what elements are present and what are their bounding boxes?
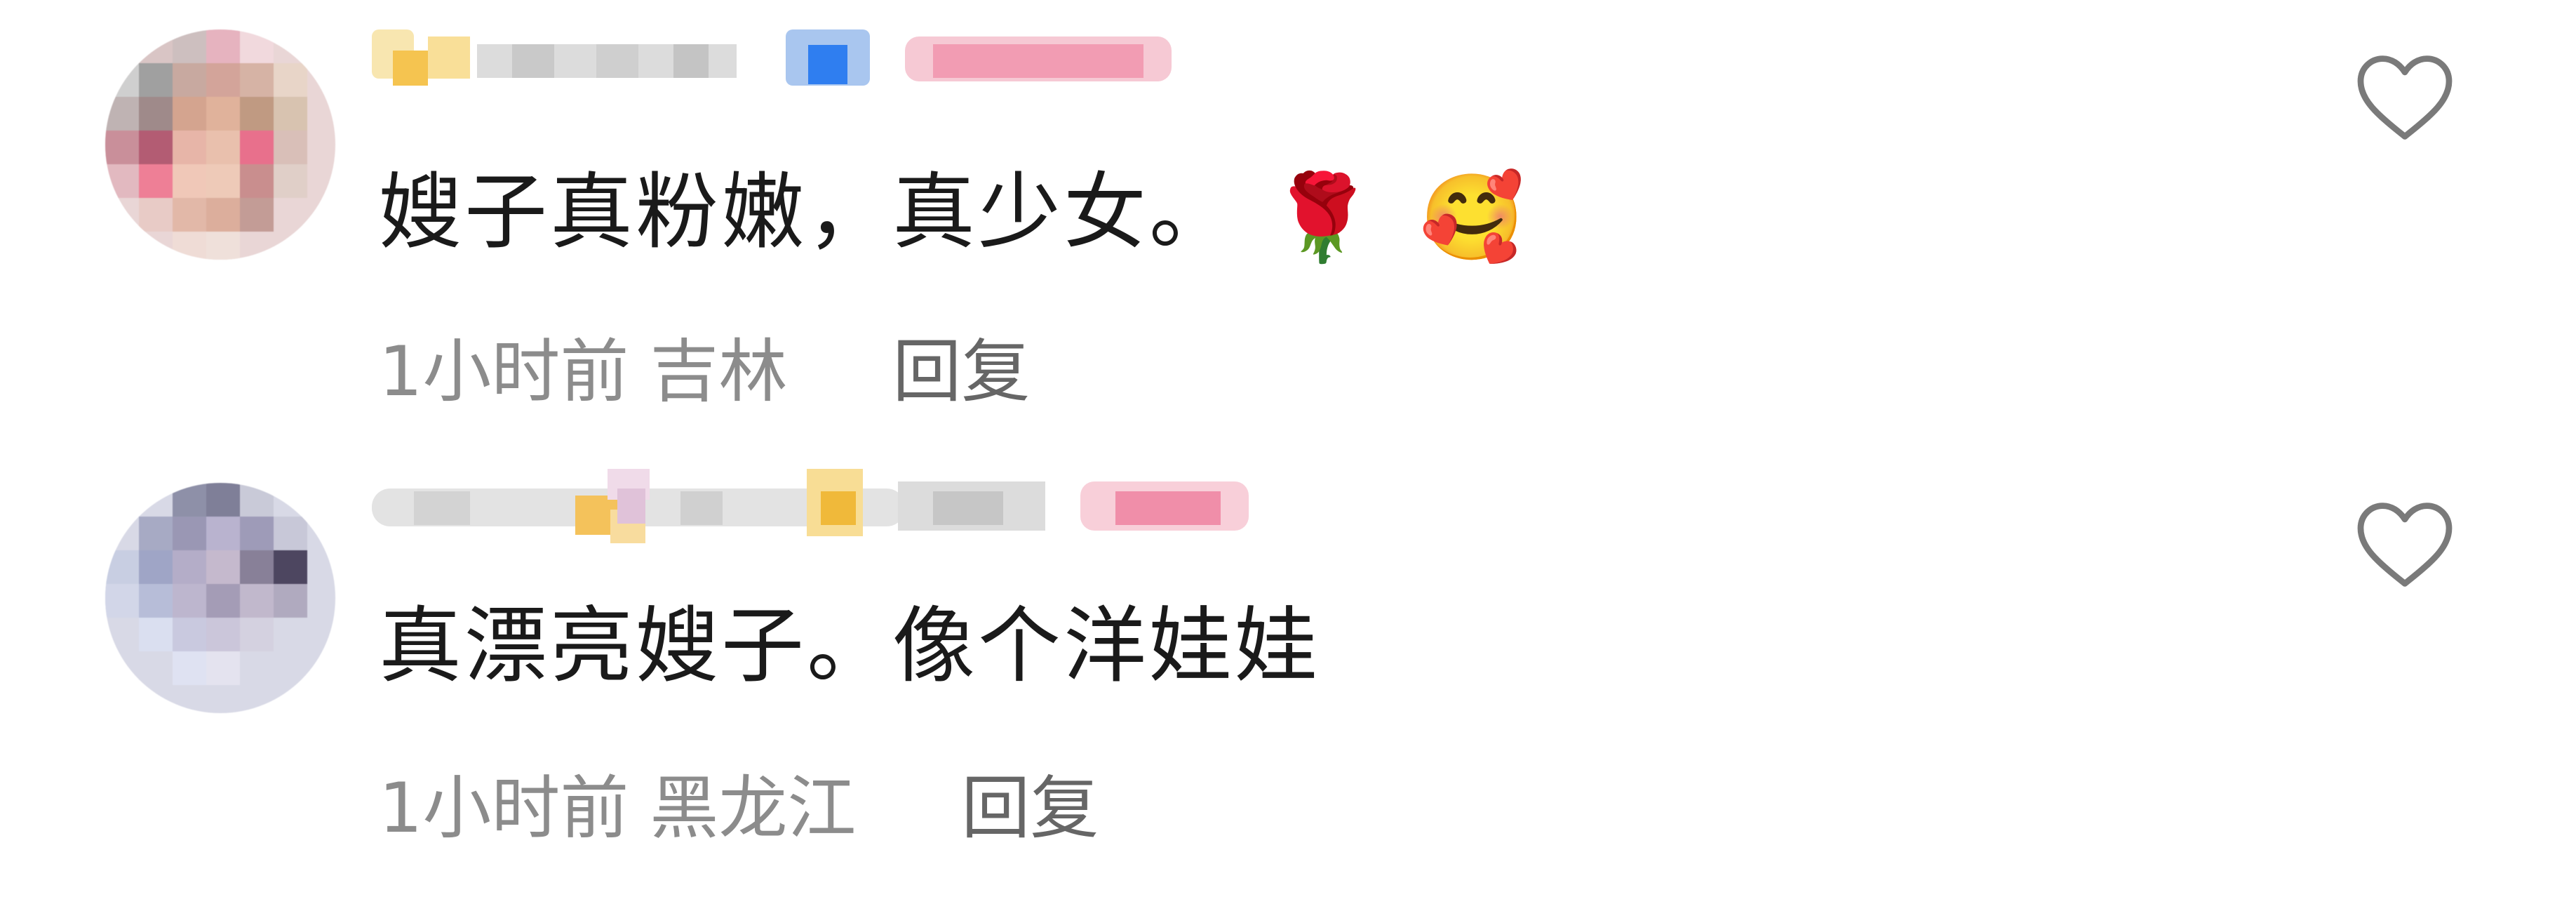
like-button[interactable] bbox=[2356, 51, 2454, 144]
comment-text-content: 嫂子真粉嫩，真少女。 bbox=[379, 164, 1235, 260]
comment-time: 1小时前 bbox=[379, 332, 629, 412]
rose-emoji: 🌹 bbox=[1270, 168, 1378, 267]
comment-meta: 1小时前 吉林 回复 bbox=[379, 330, 1030, 414]
heart-outline-icon bbox=[2357, 503, 2453, 587]
smiling-hearts-emoji: 🥰 bbox=[1419, 168, 1527, 267]
reply-button[interactable]: 回复 bbox=[961, 769, 1099, 849]
heart-outline-icon bbox=[2357, 55, 2453, 140]
username-blurred[interactable] bbox=[372, 15, 1214, 107]
comment-text: 真漂亮嫂子。像个洋娃娃 bbox=[379, 597, 1321, 694]
comment-location: 黑龙江 bbox=[650, 769, 857, 849]
avatar[interactable] bbox=[105, 483, 335, 713]
comment-item: 真漂亮嫂子。像个洋娃娃 1小时前 黑龙江 回复 bbox=[0, 449, 2576, 897]
username-blurred[interactable] bbox=[372, 460, 1249, 552]
comment-item: 嫂子真粉嫩，真少女。 🌹 🥰 1小时前 吉林 回复 bbox=[0, 0, 2576, 449]
comment-location: 吉林 bbox=[650, 332, 788, 412]
comment-text: 嫂子真粉嫩，真少女。 🌹 🥰 bbox=[379, 163, 1527, 267]
comment-meta: 1小时前 黑龙江 回复 bbox=[379, 766, 1099, 851]
reply-button[interactable]: 回复 bbox=[892, 332, 1030, 412]
avatar[interactable] bbox=[105, 29, 335, 260]
like-button[interactable] bbox=[2356, 498, 2454, 591]
comment-time: 1小时前 bbox=[379, 769, 629, 849]
